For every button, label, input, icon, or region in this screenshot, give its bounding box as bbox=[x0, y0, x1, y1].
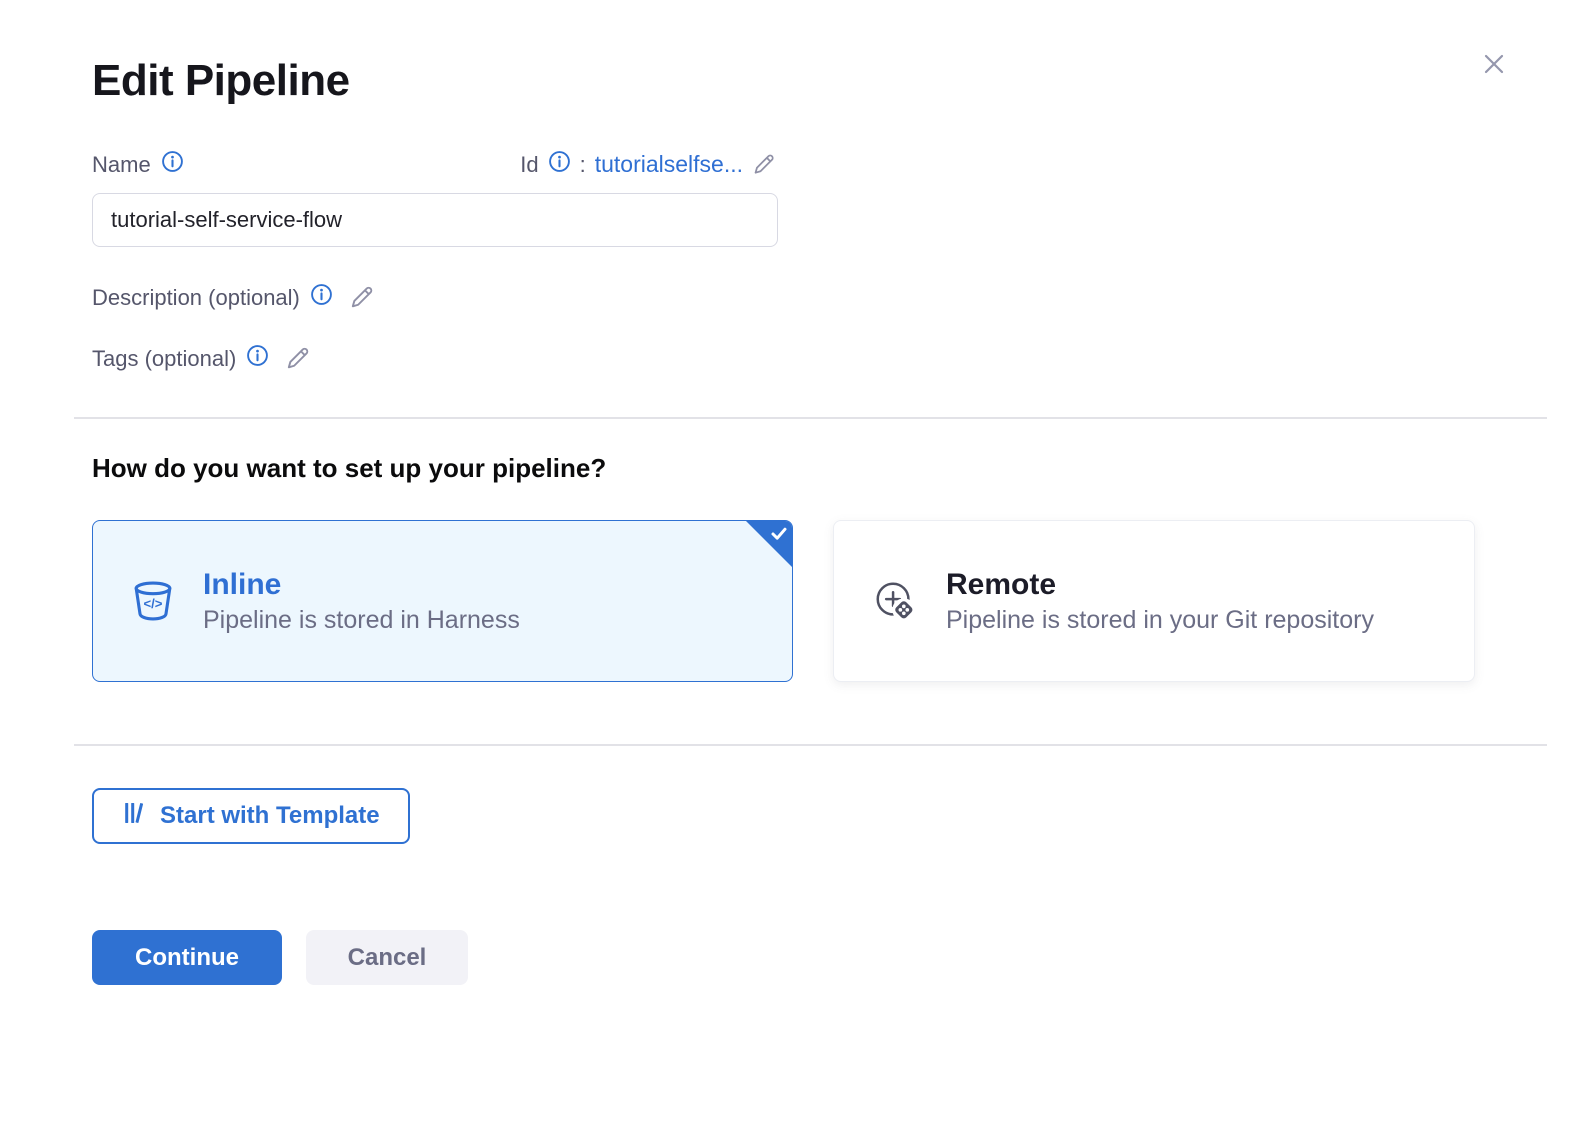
svg-text:</>: </> bbox=[144, 596, 163, 611]
page-title: Edit Pipeline bbox=[92, 56, 1547, 106]
info-icon[interactable] bbox=[310, 283, 333, 312]
name-label: Name bbox=[92, 150, 184, 179]
info-icon[interactable] bbox=[548, 150, 571, 179]
close-icon[interactable] bbox=[1478, 48, 1510, 80]
edit-pipeline-modal: Edit Pipeline Name Id : tut bbox=[0, 0, 1594, 1134]
option-card-inline[interactable]: </> Inline Pipeline is stored in Harness bbox=[92, 520, 793, 682]
pipeline-id-value[interactable]: tutorialselfse... bbox=[595, 151, 743, 178]
description-row: Description (optional) bbox=[92, 283, 1547, 312]
continue-button[interactable]: Continue bbox=[92, 930, 282, 985]
id-separator: : bbox=[580, 152, 586, 178]
edit-description-icon[interactable] bbox=[349, 284, 377, 312]
name-id-row: Name Id : tutorialselfse... bbox=[92, 150, 778, 179]
tags-label: Tags (optional) bbox=[92, 344, 269, 373]
edit-id-icon[interactable] bbox=[752, 152, 778, 178]
id-label: Id bbox=[520, 152, 538, 178]
modal-footer: Continue Cancel bbox=[92, 930, 1547, 985]
divider bbox=[74, 744, 1547, 746]
description-label: Description (optional) bbox=[92, 283, 333, 312]
info-icon[interactable] bbox=[161, 150, 184, 179]
edit-tags-icon[interactable] bbox=[285, 345, 313, 373]
storage-options: </> Inline Pipeline is stored in Harness bbox=[92, 520, 1547, 682]
remote-git-store-icon bbox=[872, 578, 918, 624]
info-icon[interactable] bbox=[246, 344, 269, 373]
pipeline-name-input[interactable] bbox=[92, 193, 778, 247]
selected-check-icon bbox=[745, 520, 793, 568]
option-subtitle-inline: Pipeline is stored in Harness bbox=[203, 606, 520, 635]
option-card-remote[interactable]: Remote Pipeline is stored in your Git re… bbox=[833, 520, 1475, 682]
option-subtitle-remote: Pipeline is stored in your Git repositor… bbox=[946, 606, 1374, 635]
option-title-remote: Remote bbox=[946, 568, 1374, 602]
tags-row: Tags (optional) bbox=[92, 344, 1547, 373]
inline-harness-store-icon: </> bbox=[131, 580, 175, 622]
pipeline-id-cluster: Id : tutorialselfse... bbox=[520, 150, 778, 179]
template-library-icon bbox=[122, 800, 146, 833]
start-with-template-button[interactable]: Start with Template bbox=[92, 788, 410, 844]
option-title-inline: Inline bbox=[203, 568, 520, 602]
divider bbox=[74, 417, 1547, 419]
cancel-button[interactable]: Cancel bbox=[306, 930, 468, 985]
setup-heading: How do you want to set up your pipeline? bbox=[92, 453, 1547, 484]
